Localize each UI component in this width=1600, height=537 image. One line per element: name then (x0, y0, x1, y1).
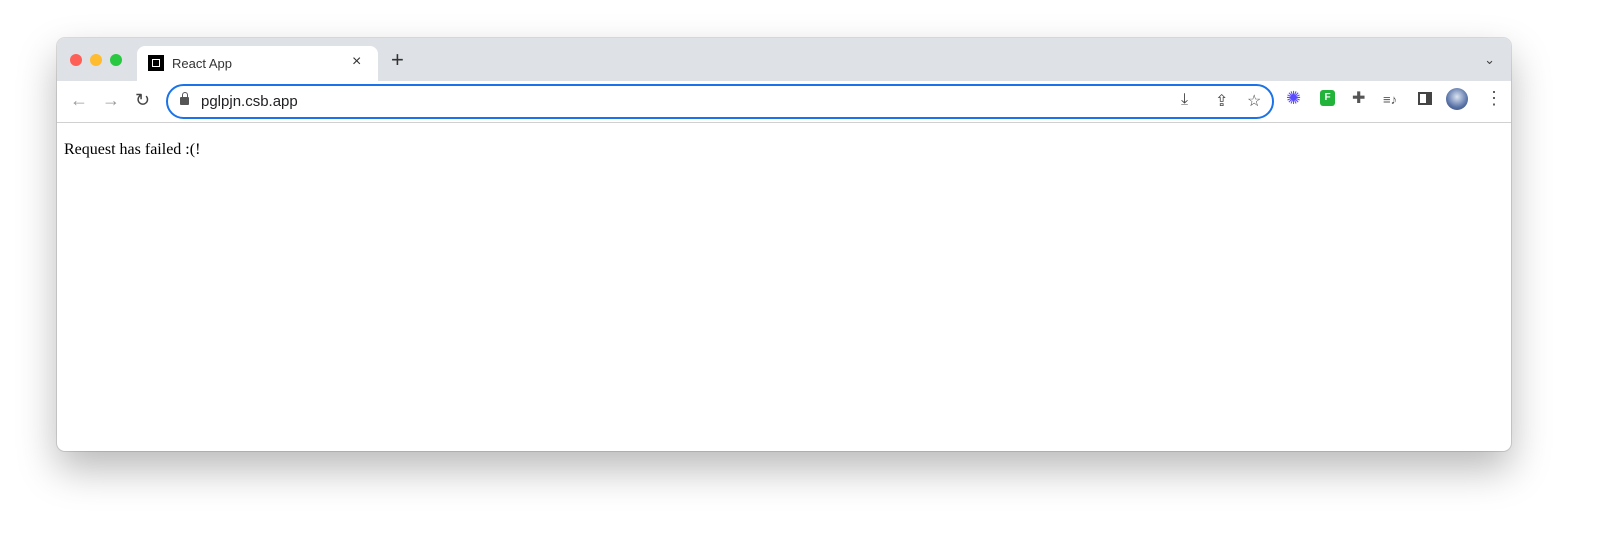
forward-button[interactable]: → (102, 90, 120, 111)
error-message: Request has failed :(! (64, 141, 201, 158)
minimize-window-button[interactable] (90, 54, 102, 66)
toolbar: ← → ↻ pglpjn.csb.app ⤓ ⇪ ☆ ✺ F ✚ ≡♪ ⋮ (57, 81, 1511, 123)
lock-icon[interactable] (180, 92, 189, 105)
tab-search-chevron-icon[interactable]: ⌄ (1484, 52, 1495, 68)
new-tab-button[interactable]: + (391, 49, 404, 71)
chrome-menu-icon[interactable]: ⋮ (1485, 89, 1503, 107)
url-text[interactable]: pglpjn.csb.app (201, 93, 298, 110)
reload-button[interactable]: ↻ (135, 90, 150, 111)
codesandbox-icon (148, 55, 164, 71)
maximize-window-button[interactable] (110, 54, 122, 66)
tab-strip: React App × + ⌄ (57, 38, 1511, 81)
close-tab-icon[interactable]: × (352, 53, 361, 71)
side-panel-icon[interactable] (1418, 92, 1432, 105)
share-icon[interactable]: ⇪ (1215, 91, 1228, 111)
profile-avatar[interactable] (1446, 88, 1468, 110)
tab-title: React App (172, 56, 232, 71)
close-window-button[interactable] (70, 54, 82, 66)
extensions-puzzle-icon[interactable]: ✚ (1352, 91, 1365, 107)
extension-f-icon[interactable]: F (1320, 90, 1335, 106)
address-bar[interactable]: pglpjn.csb.app ⤓ ⇪ ☆ (166, 84, 1274, 119)
install-icon[interactable]: ⤓ (1181, 91, 1188, 109)
browser-window: React App × + ⌄ ← → ↻ pglpjn.csb.app ⤓ ⇪… (57, 38, 1511, 451)
bookmark-star-icon[interactable]: ☆ (1247, 91, 1261, 111)
media-control-icon[interactable]: ≡♪ (1383, 93, 1397, 106)
extension-sparkle-icon[interactable]: ✺ (1286, 89, 1301, 107)
back-button[interactable]: ← (70, 90, 88, 111)
tab-react-app[interactable]: React App × (137, 46, 378, 81)
